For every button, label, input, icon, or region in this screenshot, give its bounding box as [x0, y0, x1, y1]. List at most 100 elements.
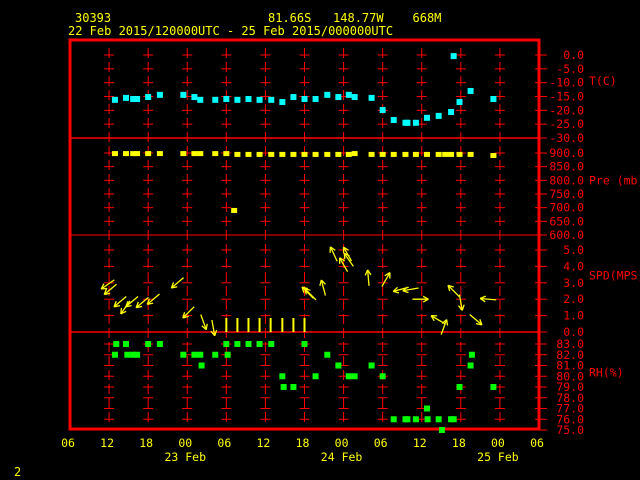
wind-arrow [469, 314, 483, 326]
pressure-point [379, 151, 386, 157]
rh-point [156, 341, 163, 347]
x-tick-label: 06 [217, 436, 231, 450]
temperature-point [351, 94, 358, 101]
temperature-point [156, 91, 163, 98]
y-tick-label: 4.0 [563, 259, 584, 273]
rh-point [345, 373, 352, 380]
rh-point [280, 384, 287, 390]
y-tick-label: -15.0 [549, 90, 584, 104]
pressure-point [245, 151, 252, 157]
rh-point [412, 416, 419, 423]
date-label: 23 Feb [164, 450, 206, 464]
panel-label-pressure: Pre (mb) [589, 174, 640, 188]
wind-arrow [301, 286, 314, 299]
temperature-point [279, 99, 286, 106]
temperature-point [301, 95, 308, 102]
temperature-point [268, 96, 275, 103]
rh-point [404, 416, 411, 423]
pressure-point [467, 151, 474, 157]
y-tick-label: 850.0 [549, 160, 584, 174]
wind-arrow [479, 295, 497, 303]
wind-arrow-head [319, 279, 322, 286]
temperature-point [290, 94, 297, 101]
pressure-point [111, 151, 118, 157]
temperature-point [450, 53, 457, 60]
rh-point [468, 351, 475, 358]
date-label: 25 Feb [477, 450, 519, 464]
pressure-point [223, 151, 230, 157]
rh-point [301, 341, 308, 347]
temperature-point [448, 108, 455, 115]
pressure-point [180, 151, 187, 157]
temperature-point [456, 99, 463, 106]
x-tick-label: 12 [100, 436, 114, 450]
pressure-point [351, 151, 358, 157]
wind-arrow-head [393, 290, 400, 294]
rh-point [113, 341, 120, 347]
pressure-point [335, 151, 342, 157]
wind-arrow [210, 319, 218, 337]
temperature-point [368, 94, 375, 101]
wind-arrow [457, 294, 465, 311]
rh-point [490, 384, 497, 390]
pressure-point [448, 151, 455, 157]
rh-point [145, 341, 152, 347]
temperature-point [212, 96, 219, 103]
wind-arrow-head [214, 329, 218, 336]
pressure-point [456, 151, 463, 157]
temperature-point [390, 117, 397, 124]
rh-point [390, 416, 397, 423]
pressure-point [268, 151, 275, 157]
y-tick-label: -10.0 [549, 76, 584, 90]
wind-arrow-head [461, 304, 465, 311]
x-tick-label: 00 [178, 436, 192, 450]
temperature-point [345, 91, 352, 98]
meteogram-chart: 0.0-5.0-10.0-15.0-20.0-25.0-30.0 T(C) 900.… [61, 38, 640, 464]
temperature-point [379, 107, 386, 114]
pressure-point [490, 153, 497, 159]
panel-label-wind_speed: SPD(MPS) [589, 269, 640, 283]
rh-point [438, 427, 445, 433]
temperature-point [245, 95, 252, 102]
y-tick-label: 0.0 [563, 48, 584, 62]
rh-point [368, 362, 375, 369]
temperature-point [335, 94, 342, 101]
y-tick-label: 900.0 [549, 146, 584, 160]
pressure-point [368, 151, 375, 157]
pressure-point [256, 151, 263, 157]
wind-arrow [319, 279, 327, 296]
temperature-point [191, 94, 198, 101]
rh-point [234, 341, 241, 347]
temperature-point [134, 95, 141, 102]
wind-arrow-head [205, 323, 208, 330]
panel-label-relative_humidity: RH(%) [589, 366, 624, 380]
y-tick-label: 600.0 [549, 228, 584, 242]
pressure-point [197, 151, 204, 157]
rh-point [467, 362, 474, 369]
pressure-point [324, 151, 331, 157]
pressure-point [156, 151, 163, 157]
wind-arrow [135, 296, 149, 309]
rh-point [279, 373, 286, 380]
y-tick-label: -20.0 [549, 103, 584, 117]
y-tick-label: 3.0 [563, 276, 584, 290]
pressure-point [231, 207, 238, 213]
wind-arrow [364, 269, 372, 286]
temperature-point [312, 95, 319, 102]
rh-point [224, 351, 231, 358]
temperature-point [111, 96, 118, 103]
pressure-point [134, 151, 141, 157]
rh-point [450, 416, 457, 423]
rh-point [124, 351, 131, 358]
temperature-point [197, 96, 204, 103]
pressure-point [390, 151, 397, 157]
temperature-point [435, 112, 442, 119]
wind-arrow-head [445, 319, 449, 326]
rh-point [268, 341, 275, 347]
rh-point [290, 384, 297, 390]
temperature-point [423, 114, 430, 121]
rh-point [197, 351, 204, 358]
wind-arrow-head [402, 290, 409, 294]
temperature-point [234, 96, 241, 103]
pressure-point [435, 151, 442, 157]
